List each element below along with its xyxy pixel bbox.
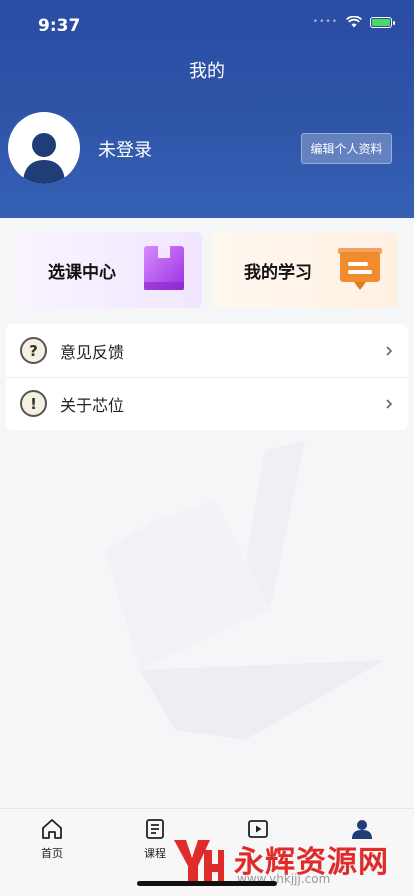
chevron-right-icon [386, 398, 393, 409]
status-icons: •••• [312, 16, 395, 28]
status-time: 9:37 [38, 16, 81, 36]
background-logo-icon [105, 440, 385, 740]
menu-item-label: 意见反馈 [60, 342, 125, 362]
info-icon: ! [20, 390, 47, 417]
menu-item-label: 关于芯位 [60, 395, 125, 415]
wifi-icon [346, 16, 362, 28]
my-study-card[interactable]: 我的学习 [212, 232, 398, 308]
home-icon [42, 819, 62, 839]
menu-item-feedback[interactable]: ? 意见反馈 [6, 324, 408, 378]
course-center-card[interactable]: 选课中心 [16, 232, 202, 308]
question-icon: ? [20, 337, 47, 364]
battery-icon [370, 16, 395, 28]
home-indicator[interactable] [137, 881, 277, 886]
user-silhouette-icon [23, 133, 65, 184]
tab-home[interactable]: 首页 [22, 817, 82, 861]
tab-label: 首页 [41, 847, 63, 860]
course-center-label: 选课中心 [48, 262, 116, 283]
settings-menu: ? 意见反馈 ! 关于芯位 [6, 324, 408, 430]
edit-profile-button[interactable]: 编辑个人资料 [301, 133, 392, 164]
tab-label: 课程 [144, 847, 166, 860]
feature-cards: 选课中心 我的学习 [16, 232, 398, 308]
study-board-icon [338, 248, 382, 290]
my-study-label: 我的学习 [244, 262, 312, 283]
avatar[interactable] [8, 112, 80, 184]
menu-item-about[interactable]: ! 关于芯位 [6, 377, 408, 430]
signal-icon: •••• [312, 17, 338, 27]
username[interactable]: 未登录 [98, 136, 152, 162]
document-icon [146, 819, 164, 839]
profile-header: 9:37 •••• 我的 未登录 编辑个人资料 [0, 0, 414, 218]
chevron-right-icon [386, 345, 393, 356]
page-title: 我的 [189, 61, 225, 82]
course-box-icon [144, 246, 184, 290]
